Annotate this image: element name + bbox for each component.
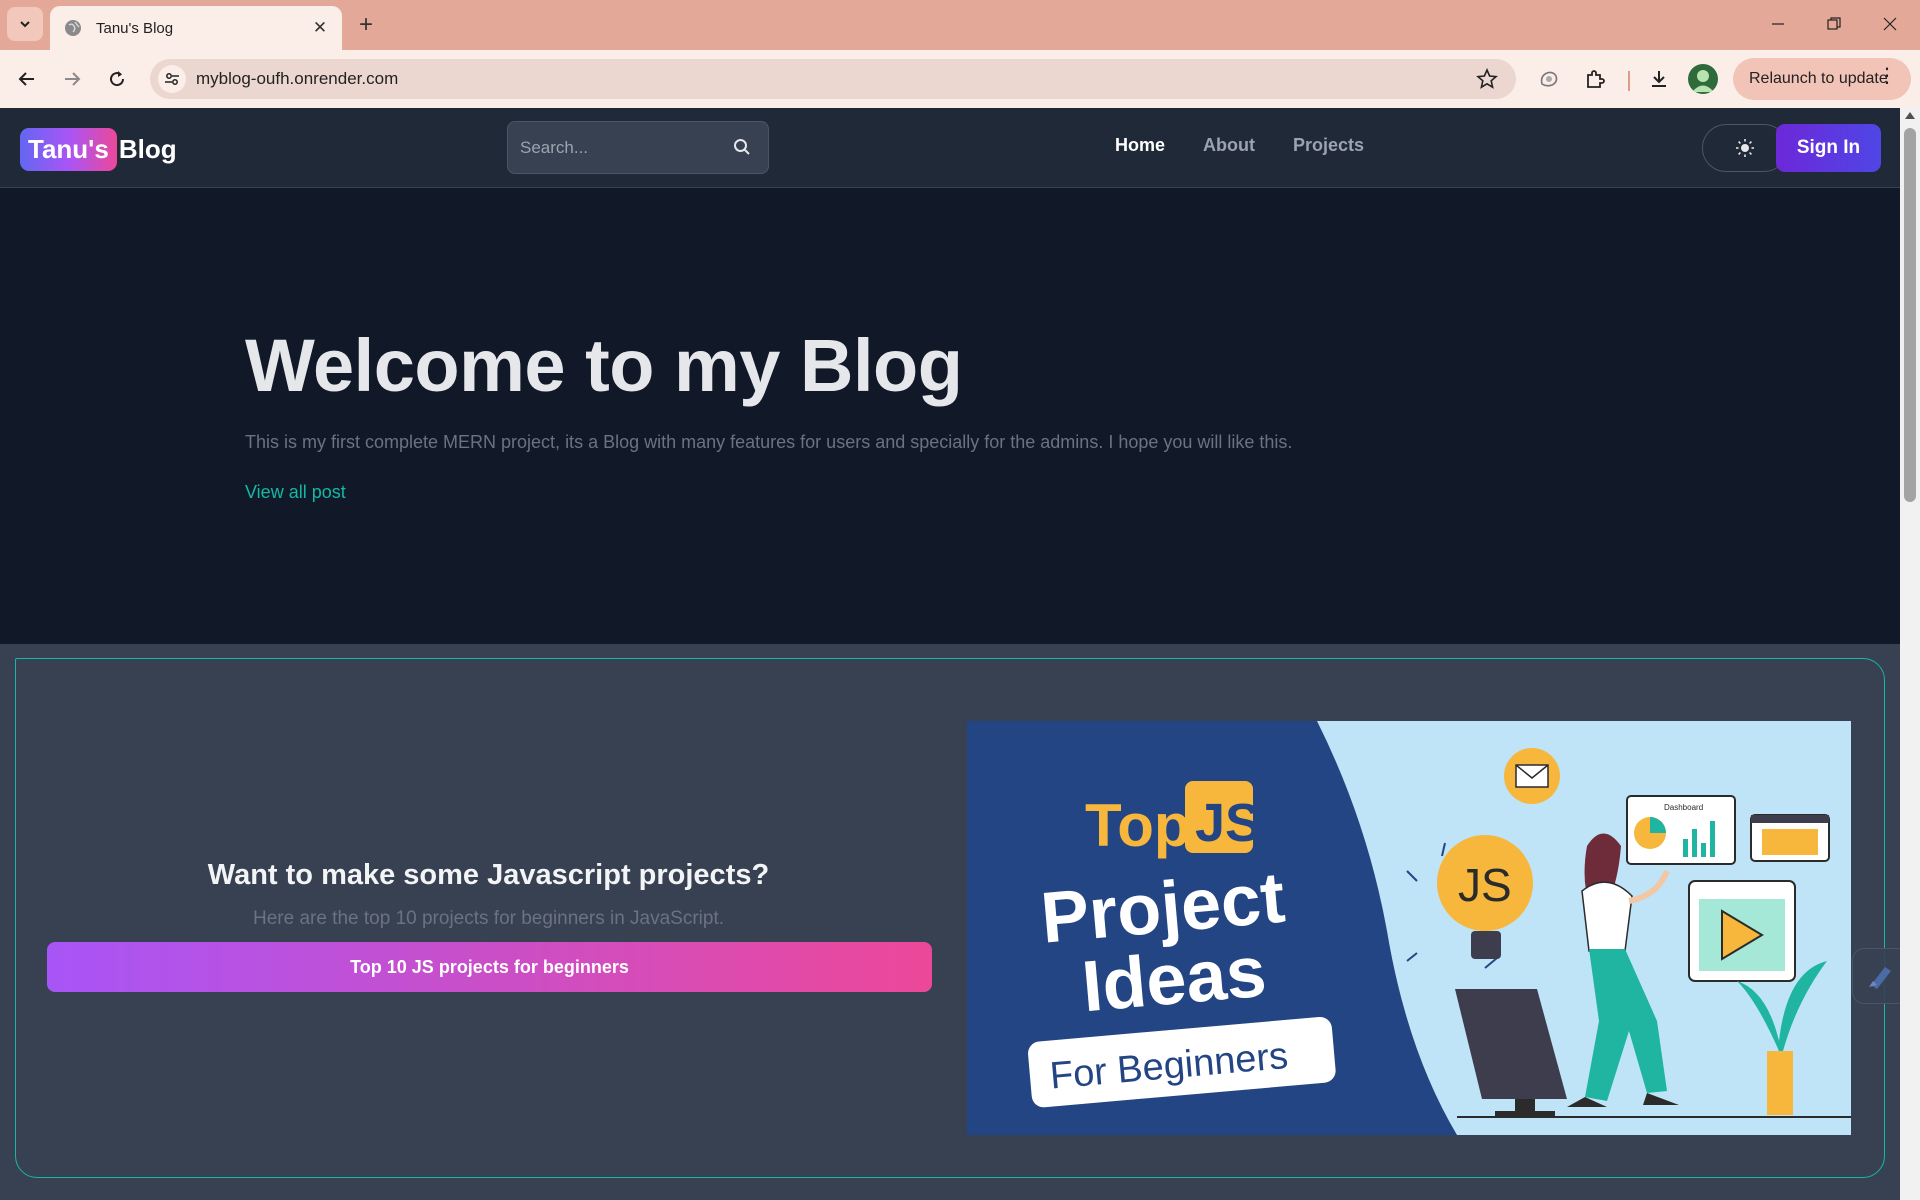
address-bar[interactable]: myblog-oufh.onrender.com bbox=[150, 59, 1516, 99]
scroll-up-arrow[interactable] bbox=[1905, 112, 1915, 119]
search-box bbox=[507, 121, 769, 174]
mail-bubble bbox=[1504, 748, 1560, 804]
site-header: Tanu's Blog Home About Projects Sign In bbox=[0, 108, 1900, 188]
dashboard-label: Dashboard bbox=[1664, 803, 1703, 812]
more-menu-icon[interactable]: ⋮ bbox=[1877, 66, 1897, 86]
chevron-down-icon bbox=[20, 21, 30, 28]
banner-top-text: Top bbox=[1085, 792, 1191, 859]
browser-toolbar: myblog-oufh.onrender.com Relaunch to upd… bbox=[0, 50, 1920, 108]
globe-icon bbox=[65, 20, 81, 36]
nav-home[interactable]: Home bbox=[1115, 135, 1165, 156]
hero-title: Welcome to my Blog bbox=[245, 324, 963, 407]
download-icon bbox=[1652, 71, 1666, 87]
site-logo[interactable]: Tanu's Blog bbox=[20, 128, 177, 171]
extensions-menu-button[interactable] bbox=[1579, 63, 1611, 95]
nav-about[interactable]: About bbox=[1203, 135, 1255, 156]
forward-icon bbox=[65, 72, 81, 86]
sign-in-button[interactable]: Sign In bbox=[1776, 124, 1881, 172]
hero-subtitle: This is my first complete MERN project, … bbox=[245, 432, 1293, 452]
promo-subtitle: Here are the top 10 projects for beginne… bbox=[252, 908, 725, 929]
reload-button[interactable] bbox=[100, 62, 134, 96]
scroll-thumb[interactable] bbox=[1904, 128, 1916, 502]
forward-button[interactable] bbox=[55, 62, 89, 96]
dashboard-card: Dashboard bbox=[1626, 795, 1736, 865]
downloads-button[interactable] bbox=[1643, 63, 1675, 95]
url-text: myblog-oufh.onrender.com bbox=[196, 69, 399, 88]
profile-avatar[interactable] bbox=[1688, 64, 1718, 94]
extension-icon bbox=[1540, 71, 1558, 87]
back-icon bbox=[18, 72, 34, 86]
promo-card: Want to make some Javascript projects? H… bbox=[15, 658, 1885, 1178]
tab-search-button[interactable] bbox=[7, 7, 43, 41]
close-tab-icon[interactable]: ✕ bbox=[308, 16, 332, 40]
nav-projects[interactable]: Projects bbox=[1293, 135, 1364, 156]
js-projects-banner: Top JS Project Ideas For Beginners JS Da… bbox=[967, 721, 1851, 1135]
minimize-icon bbox=[1772, 23, 1784, 25]
banner-line2: Ideas bbox=[1079, 932, 1269, 1028]
banner-js-text: JS bbox=[1195, 793, 1261, 853]
extension-button[interactable] bbox=[1533, 63, 1565, 95]
pencil-icon bbox=[1869, 967, 1891, 989]
calendar-card bbox=[1750, 814, 1830, 862]
view-all-posts-link[interactable]: View all post bbox=[245, 482, 346, 503]
browser-tab[interactable]: Tanu's Blog ✕ bbox=[50, 6, 342, 50]
promo-section: Want to make some Javascript projects? H… bbox=[0, 644, 1900, 1200]
relaunch-button[interactable]: Relaunch to update ⋮ bbox=[1733, 58, 1911, 100]
bulb-js-text: JS bbox=[1458, 859, 1512, 911]
logo-highlight: Tanu's bbox=[20, 128, 117, 171]
toolbar-separator bbox=[1628, 71, 1630, 91]
restore-button[interactable] bbox=[1814, 8, 1854, 40]
search-input[interactable] bbox=[520, 136, 720, 160]
bookmark-star-icon[interactable] bbox=[1476, 68, 1498, 90]
minimize-button[interactable] bbox=[1758, 8, 1798, 40]
restore-icon bbox=[1827, 17, 1841, 30]
sun-icon bbox=[1736, 139, 1754, 157]
back-button[interactable] bbox=[10, 62, 44, 96]
video-card bbox=[1688, 880, 1796, 982]
new-tab-button[interactable]: + bbox=[352, 11, 380, 39]
close-icon bbox=[1883, 17, 1897, 31]
close-window-button[interactable] bbox=[1870, 8, 1910, 40]
site-info-button[interactable] bbox=[158, 65, 186, 93]
profile-icon bbox=[1692, 70, 1714, 92]
reload-icon bbox=[110, 71, 125, 87]
page-scrollbar[interactable] bbox=[1900, 108, 1920, 1200]
browser-tab-strip: Tanu's Blog ✕ + bbox=[0, 0, 1920, 50]
promo-image: Top JS Project Ideas For Beginners JS Da… bbox=[967, 721, 1851, 1135]
page-viewport: Tanu's Blog Home About Projects Sign In … bbox=[0, 108, 1900, 1200]
search-icon[interactable] bbox=[733, 138, 751, 156]
logo-text: Blog bbox=[118, 134, 177, 164]
site-info-icon bbox=[165, 73, 179, 85]
tab-title: Tanu's Blog bbox=[96, 19, 174, 37]
relaunch-label: Relaunch to update bbox=[1749, 70, 1888, 87]
promo-title: Want to make some Javascript projects? bbox=[207, 859, 770, 891]
promo-cta-button[interactable]: Top 10 JS projects for beginners bbox=[47, 942, 932, 992]
puzzle-icon bbox=[1587, 70, 1605, 88]
